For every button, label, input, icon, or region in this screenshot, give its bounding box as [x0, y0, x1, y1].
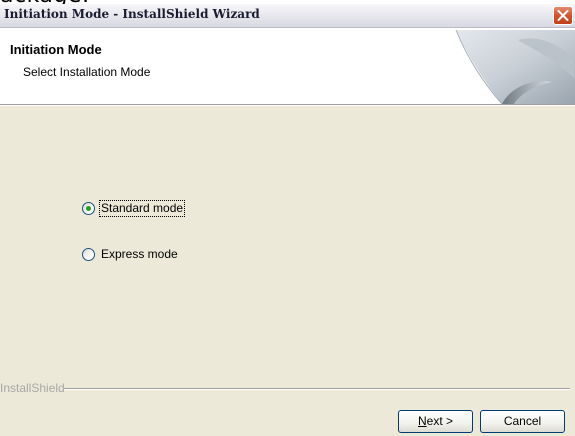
page-subtitle: Select Installation Mode [23, 65, 151, 79]
page-title: Initiation Mode [10, 42, 102, 57]
next-button-mnemonic: N [417, 414, 427, 428]
brand-divider [64, 388, 570, 390]
express-mode-label[interactable]: Express mode [100, 247, 179, 262]
express-mode-radio[interactable] [82, 247, 95, 261]
next-button[interactable]: Next > [398, 410, 473, 433]
next-button-label: ext > [426, 414, 454, 428]
close-button[interactable] [553, 6, 573, 25]
close-icon [557, 10, 569, 21]
installshield-wizard-window: Initiation Mode - InstallShield Wizard I… [0, 4, 575, 436]
cancel-button[interactable]: Cancel [480, 410, 565, 433]
standard-mode-radio[interactable] [82, 201, 95, 215]
window-title: Initiation Mode - InstallShield Wizard [4, 7, 260, 21]
wizard-header-graphic [455, 30, 575, 104]
standard-mode-option[interactable]: Standard mode [82, 199, 186, 217]
express-mode-option[interactable]: Express mode [82, 245, 179, 263]
installshield-branding: InstallShield [0, 381, 575, 395]
installshield-label: InstallShield [0, 381, 65, 395]
wizard-content: Standard mode Express mode [0, 106, 575, 386]
title-bar[interactable]: Initiation Mode - InstallShield Wizard [0, 4, 575, 28]
standard-mode-label[interactable]: Standard mode [98, 199, 186, 217]
wizard-header: Initiation Mode Select Installation Mode [0, 28, 575, 105]
